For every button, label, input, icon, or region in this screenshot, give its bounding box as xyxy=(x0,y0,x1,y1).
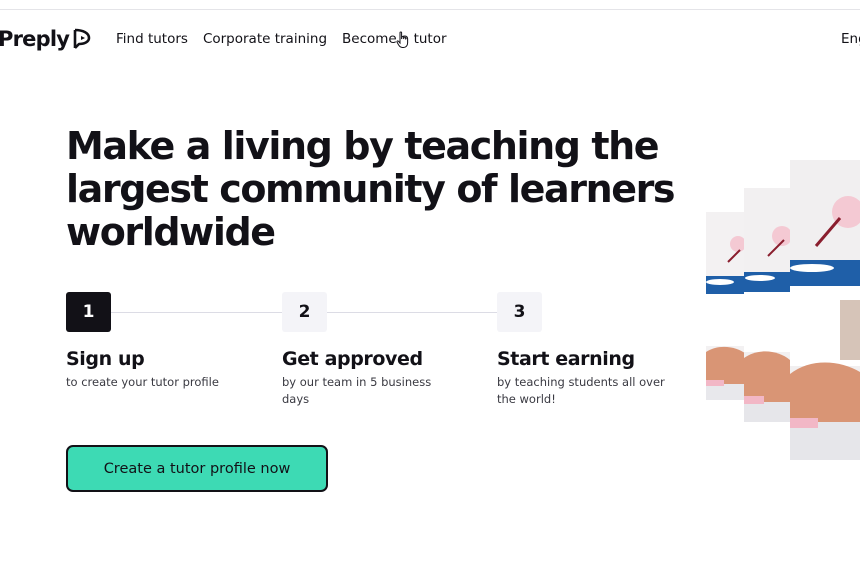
step-title: Get approved xyxy=(282,348,423,370)
nav-corporate-training[interactable]: Corporate training xyxy=(203,31,327,47)
tutor-photo-front xyxy=(790,160,860,460)
step-description: by our team in 5 business days xyxy=(282,375,432,406)
step-number: 2 xyxy=(282,292,327,332)
step-title: Sign up xyxy=(66,348,145,370)
step-number: 1 xyxy=(66,292,111,332)
step-description: to create your tutor profile xyxy=(66,375,219,389)
preply-logo[interactable]: Preply xyxy=(0,27,92,51)
hero-headline: Make a living by teaching the largest co… xyxy=(66,124,676,254)
language-selector[interactable]: Eng xyxy=(841,31,860,47)
preply-logo-mark-icon xyxy=(73,28,91,49)
step-number: 3 xyxy=(497,292,542,332)
nav-find-tutors[interactable]: Find tutors xyxy=(116,31,188,47)
step-description: by teaching students all over the world! xyxy=(497,375,665,406)
nav-become-tutor[interactable]: Become a tutor xyxy=(342,31,447,47)
hand-cursor-icon xyxy=(396,31,409,48)
create-tutor-profile-button[interactable]: Create a tutor profile now xyxy=(66,445,328,492)
site-header: Preply Find tutors Corporate training Be… xyxy=(0,24,860,56)
step-sign-up: 1 Sign up to create your tutor profile xyxy=(66,292,266,391)
tutor-photo-middle xyxy=(744,188,790,422)
top-divider xyxy=(0,9,860,10)
logo-text: Preply xyxy=(0,27,70,51)
tutor-photo-back xyxy=(706,212,746,400)
step-start-earning: 3 Start earning by teaching students all… xyxy=(497,292,697,408)
tutor-photo-stack xyxy=(706,150,860,460)
step-title: Start earning xyxy=(497,348,635,370)
step-get-approved: 2 Get approved by our team in 5 business… xyxy=(282,292,482,408)
